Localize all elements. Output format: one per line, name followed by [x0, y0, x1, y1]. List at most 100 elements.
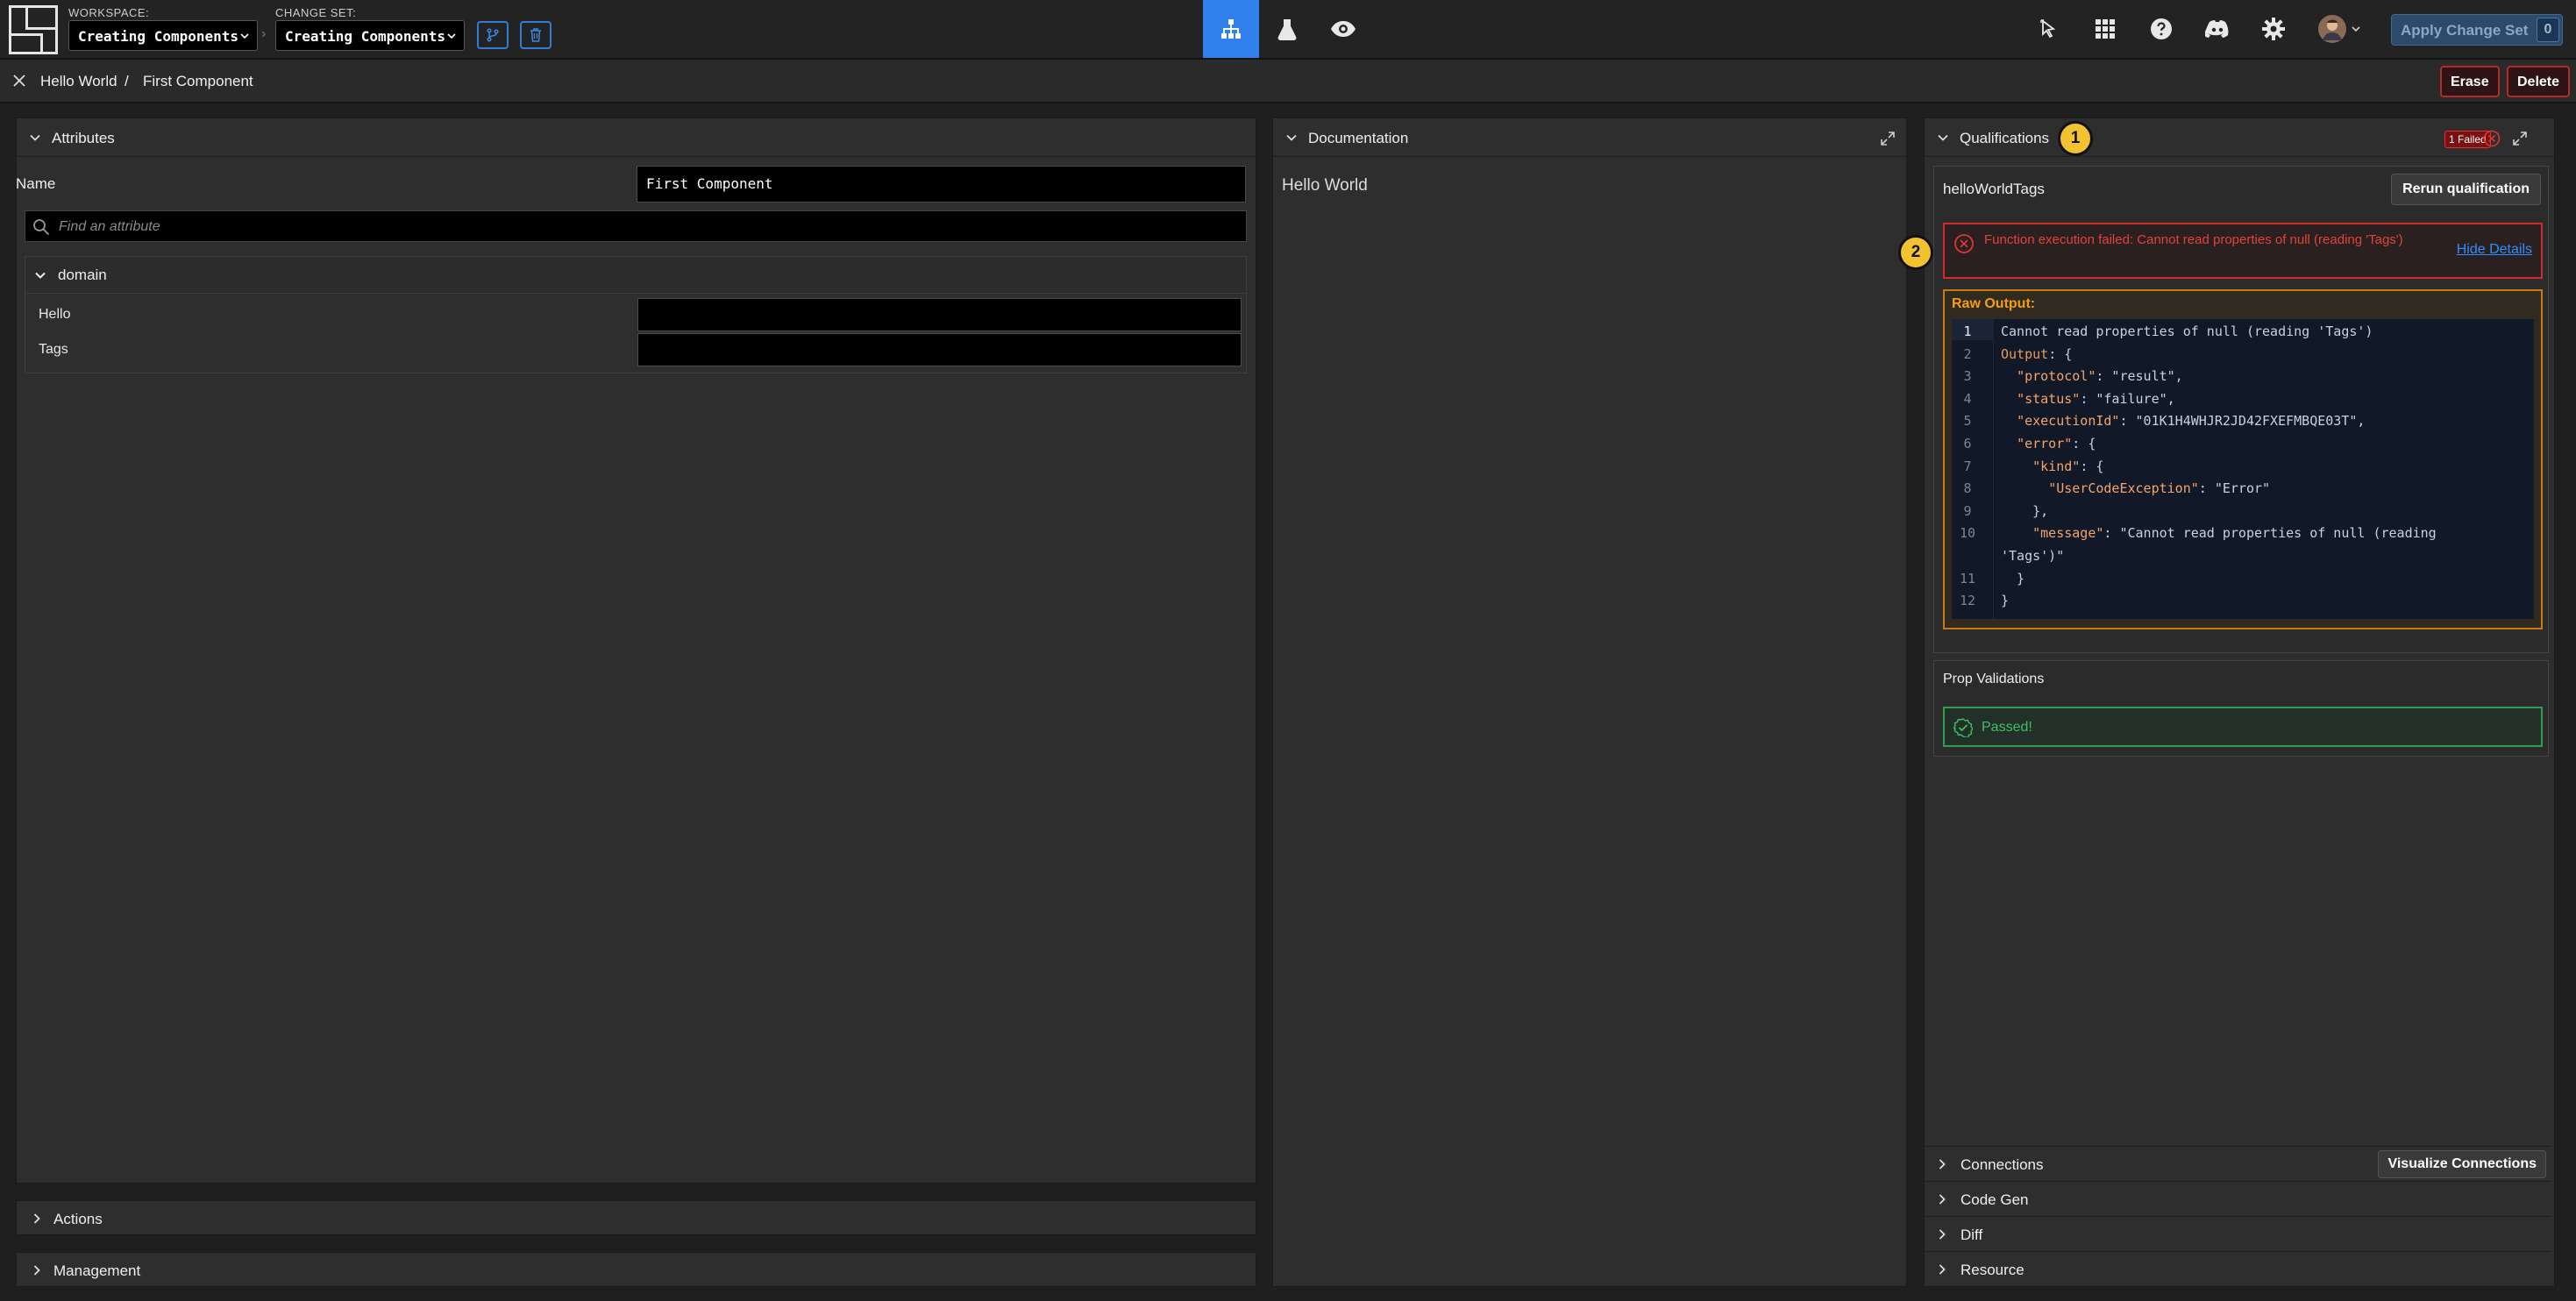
- search-placeholder: Find an attribute: [59, 219, 160, 234]
- domain-header[interactable]: domain: [25, 257, 1246, 294]
- erase-button[interactable]: Erase: [2440, 66, 2500, 97]
- diff-section[interactable]: Diff: [1925, 1216, 2551, 1251]
- chevron-right-icon: [31, 1212, 43, 1225]
- attributes-header[interactable]: Attributes: [17, 118, 1256, 157]
- prop-label-tags: Tags: [39, 342, 68, 357]
- code-line: "executionId": "01K1H4WHJR2JD42FXEFMBQE0…: [2017, 413, 2366, 430]
- pending-change-count: 0: [2537, 18, 2559, 42]
- resource-section[interactable]: Resource: [1925, 1251, 2551, 1286]
- chevron-down-icon: [239, 31, 250, 41]
- documentation-header[interactable]: Documentation: [1273, 118, 1906, 157]
- expand-icon[interactable]: [1880, 131, 1896, 146]
- app-logo[interactable]: [9, 5, 58, 54]
- domain-label: domain: [58, 267, 107, 283]
- lab-mode-button[interactable]: [1259, 0, 1315, 58]
- error-message: Function execution failed: Cannot read p…: [1984, 232, 2403, 247]
- attribute-search-input[interactable]: Find an attribute: [25, 210, 1247, 242]
- apply-changeset-label: Apply Change Set: [2401, 22, 2529, 39]
- code-line: Cannot read properties of null (reading …: [2001, 323, 2373, 339]
- visualize-connections-button[interactable]: Visualize Connections: [2378, 1150, 2546, 1178]
- cursor-icon[interactable]: [2034, 14, 2064, 44]
- breadcrumb-parent[interactable]: Hello World: [40, 73, 117, 90]
- qualifications-panel: Qualifications 1 Failed helloWorldTags R…: [1924, 117, 2555, 1287]
- chevron-right-icon: [31, 1264, 43, 1276]
- line-number: 12: [1959, 593, 1976, 609]
- workspace-select[interactable]: Creating Components: [68, 20, 258, 51]
- prop-label-hello: Hello: [39, 307, 71, 322]
- attributes-title: Attributes: [52, 130, 115, 146]
- line-number: 9: [1963, 502, 1972, 519]
- delete-button[interactable]: Delete: [2507, 66, 2571, 97]
- line-gutter: 1 2 3 4 5 6 7 8 9 10 11 12: [1952, 319, 1994, 619]
- chevron-down-icon: [1937, 132, 1949, 144]
- management-section[interactable]: Management: [16, 1252, 1256, 1287]
- connections-section[interactable]: Connections Visualize Connections: [1925, 1146, 2551, 1181]
- workspace-label: WORKSPACE:: [68, 6, 150, 19]
- git-branch-icon: [486, 28, 500, 42]
- abandon-changeset-button[interactable]: [520, 21, 551, 49]
- line-number: 5: [1963, 413, 1972, 430]
- resource-title: Resource: [1960, 1262, 2025, 1278]
- documentation-title: Documentation: [1308, 130, 1409, 146]
- apply-changeset-button[interactable]: Apply Change Set 0: [2391, 14, 2563, 46]
- rerun-qualification-button[interactable]: Rerun qualification: [2391, 174, 2541, 205]
- check-circle-icon: [1953, 718, 1973, 737]
- step-badge-1: 1: [2058, 121, 2093, 156]
- name-label: Name: [16, 175, 56, 192]
- prop-validations-card: Prop Validations Passed!: [1933, 660, 2549, 757]
- changeset-value: Creating Components: [285, 28, 446, 45]
- error-message-box: Function execution failed: Cannot read p…: [1943, 223, 2543, 279]
- error-x-icon: [1953, 233, 1975, 254]
- raw-output-label: Raw Output:: [1952, 296, 2036, 311]
- diagram-icon: [1220, 18, 1242, 40]
- chevron-down-icon: [34, 269, 46, 281]
- workspace-value: Creating Components: [78, 28, 239, 45]
- changeset-label: CHANGE SET:: [275, 6, 357, 19]
- code-viewer[interactable]: 1 2 3 4 5 6 7 8 9 10 11 12 Cannot read properties o…: [1952, 319, 2534, 619]
- avatar: [2317, 14, 2347, 44]
- changeset-select[interactable]: Creating Components: [275, 20, 465, 51]
- qualifications-header[interactable]: Qualifications 1 Failed: [1925, 118, 2554, 157]
- eye-icon: [1330, 20, 1356, 38]
- prop-field-tags[interactable]: [637, 333, 1242, 366]
- code-line: Output: {: [2001, 345, 2073, 362]
- breadcrumb-separator: /: [125, 73, 129, 89]
- grid-icon[interactable]: [2090, 14, 2120, 44]
- breadcrumb: Hello World / First Component: [0, 60, 2576, 103]
- line-number: 7: [1963, 458, 1972, 474]
- line-number: 8: [1963, 480, 1972, 497]
- passed-box: Passed!: [1943, 707, 2543, 747]
- code-line: "UserCodeException": "Error": [2048, 480, 2271, 497]
- hide-details-link[interactable]: Hide Details: [2457, 242, 2532, 258]
- view-mode-button[interactable]: [1315, 0, 1371, 58]
- beaker-icon: [1277, 18, 1298, 40]
- code-line: },: [2001, 502, 2049, 519]
- discord-icon[interactable]: [2202, 14, 2232, 44]
- help-icon[interactable]: [2146, 14, 2176, 44]
- chevron-down-icon: [446, 31, 457, 41]
- failed-x-icon: [2483, 130, 2501, 147]
- prop-field-hello[interactable]: [637, 298, 1242, 331]
- chevron-right-icon: ›: [261, 26, 267, 41]
- code-line: }: [2001, 593, 2010, 609]
- passed-label: Passed!: [1982, 720, 2032, 735]
- code-line: "error": {: [2017, 436, 2096, 451]
- model-mode-button[interactable]: [1203, 0, 1259, 58]
- actions-title: Actions: [53, 1211, 103, 1227]
- chevron-right-icon: [1936, 1228, 1948, 1241]
- documentation-panel: Documentation Hello World: [1272, 117, 1907, 1287]
- expand-icon[interactable]: [2512, 131, 2528, 146]
- actions-section[interactable]: Actions: [16, 1200, 1256, 1235]
- diff-title: Diff: [1960, 1226, 1983, 1243]
- breadcrumb-current: First Component: [143, 73, 253, 89]
- create-changeset-button[interactable]: [477, 21, 509, 49]
- line-number: 6: [1963, 436, 1972, 451]
- close-icon[interactable]: [12, 74, 26, 88]
- name-field[interactable]: First Component: [637, 166, 1246, 203]
- chevron-right-icon: [1936, 1193, 1948, 1205]
- settings-gear-icon[interactable]: [2259, 14, 2288, 44]
- user-menu[interactable]: [2313, 14, 2366, 44]
- raw-output-box: Raw Output: 1 2 3 4 5 6 7 8 9 10 11 12 Cannot read …: [1943, 289, 2543, 629]
- codegen-section[interactable]: Code Gen: [1925, 1181, 2551, 1216]
- chevron-down-icon: [29, 132, 41, 144]
